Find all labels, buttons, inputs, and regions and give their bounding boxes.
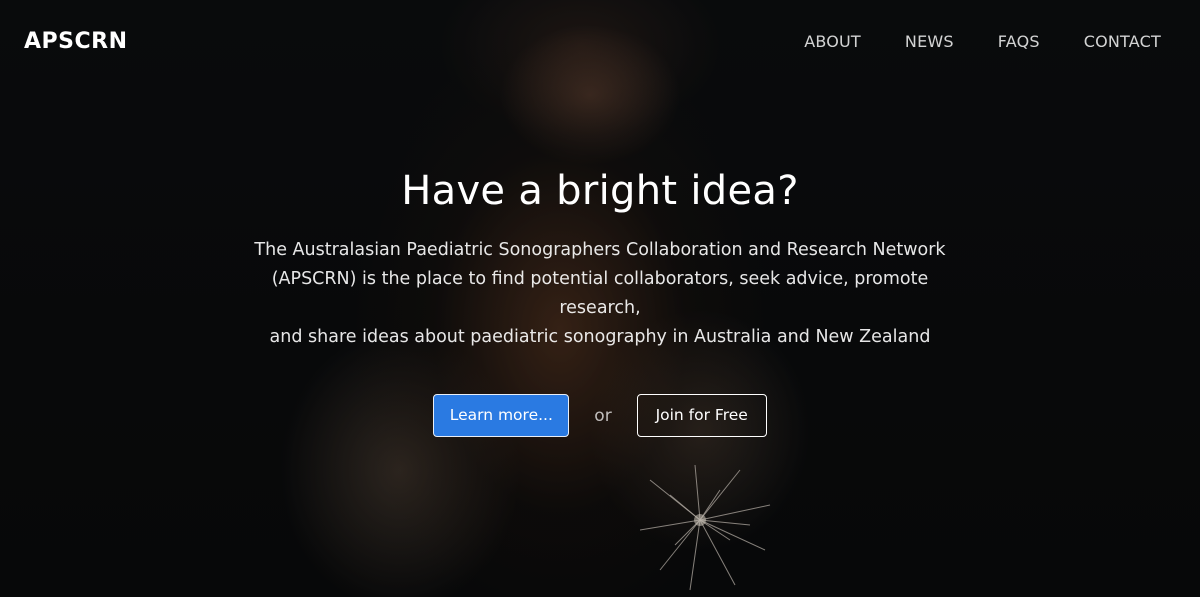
- or-separator: or: [594, 405, 612, 426]
- join-for-free-button[interactable]: Join for Free: [636, 394, 767, 437]
- cta-row: Learn more... or Join for Free: [0, 394, 1200, 437]
- nav-link-news[interactable]: NEWS: [905, 32, 954, 51]
- hero-description-line: The Australasian Paediatric Sonographers…: [254, 240, 946, 260]
- hero-description-line: and share ideas about paediatric sonogra…: [269, 327, 931, 347]
- hero-content: Have a bright idea? The Australasian Pae…: [0, 168, 1200, 437]
- brand-logo[interactable]: APSCRN: [24, 29, 128, 54]
- hero-section: APSCRN ABOUT NEWS FAQS CONTACT Have a br…: [0, 0, 1200, 597]
- nav-link-contact[interactable]: CONTACT: [1084, 32, 1161, 51]
- nav-links: ABOUT NEWS FAQS CONTACT: [760, 32, 1161, 51]
- nav-link-faqs[interactable]: FAQS: [998, 32, 1040, 51]
- hero-description: The Australasian Paediatric Sonographers…: [230, 236, 970, 352]
- learn-more-button[interactable]: Learn more...: [433, 394, 570, 437]
- navbar: APSCRN ABOUT NEWS FAQS CONTACT: [0, 0, 1200, 82]
- hero-description-line: (APSCRN) is the place to find potential …: [271, 269, 929, 318]
- nav-link-about[interactable]: ABOUT: [804, 32, 861, 51]
- hero-title: Have a bright idea?: [401, 168, 799, 214]
